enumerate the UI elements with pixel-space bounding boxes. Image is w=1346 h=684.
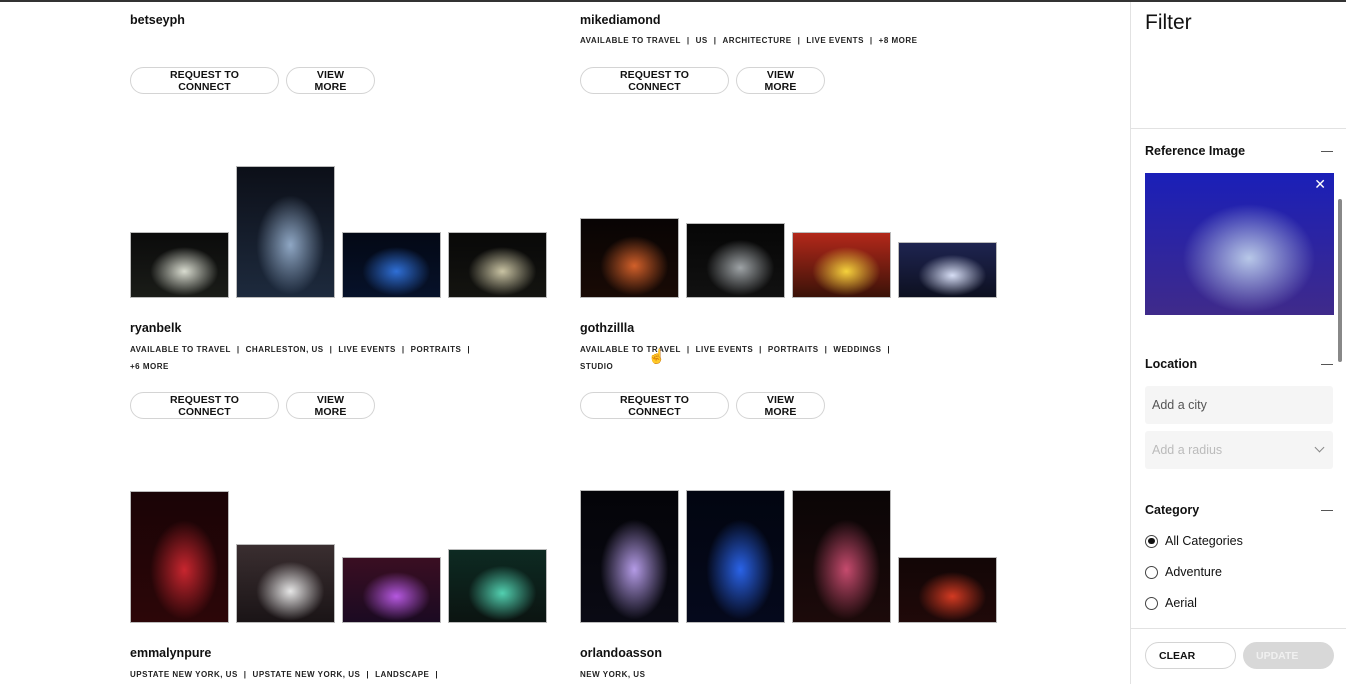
divider [1131, 128, 1346, 129]
city-input[interactable]: Add a city [1145, 386, 1333, 424]
tag: PORTRAITS [767, 345, 819, 354]
tag: ARCHITECTURE [722, 36, 792, 45]
tag: AVAILABLE TO TRAVEL [580, 36, 681, 45]
photographer-tags: AVAILABLE TO TRAVEL | CHARLESTON, US | LIVE … [130, 345, 471, 371]
tag: LIVE EVENTS [338, 345, 396, 354]
portfolio-photo[interactable] [686, 490, 785, 623]
radio-button[interactable] [1145, 596, 1158, 610]
photographer-username[interactable]: orlandoasson [580, 646, 662, 660]
tag: LANDSCAPE [375, 670, 430, 679]
tag: STUDIO [580, 362, 614, 371]
portfolio-photo[interactable] [448, 549, 547, 623]
request-to-connect-button[interactable]: REQUEST TO CONNECT [580, 392, 729, 419]
portfolio-photo[interactable] [580, 490, 679, 623]
photographer-username[interactable]: emmalynpure [130, 646, 211, 660]
view-more-button[interactable]: VIEW MORE [286, 67, 375, 94]
photographer-tags: UPSTATE NEW YORK, US | UPSTATE NEW YORK, U… [130, 670, 439, 679]
photographer-username[interactable]: betseyph [130, 13, 185, 27]
portfolio-photo[interactable] [686, 223, 785, 298]
tag: LIVE EVENTS [695, 345, 754, 354]
tag: PORTRAITS [410, 345, 462, 354]
category-title: Category [1145, 503, 1200, 517]
request-to-connect-button[interactable]: REQUEST TO CONNECT [580, 67, 729, 94]
photographer-username[interactable]: gothzillla [580, 321, 634, 335]
portfolio-photo[interactable] [130, 232, 229, 298]
tag: LIVE EVENTS [806, 36, 864, 45]
photographer-tags: AVAILABLE TO TRAVEL | US | ARCHITECTURE | LIVE… [580, 36, 918, 45]
tag: NEW YORK, US [580, 670, 646, 679]
more-tags-link[interactable]: +6 MORE [130, 362, 169, 371]
update-button[interactable]: UPDATE [1243, 642, 1334, 669]
portfolio-photo[interactable] [898, 242, 997, 298]
photographer-tags: NEW YORK, US [580, 666, 1000, 683]
category-option-adventure[interactable]: Adventure [1145, 565, 1222, 579]
portfolio-photo[interactable] [792, 232, 891, 298]
minus-icon[interactable] [1321, 510, 1333, 511]
chevron-down-icon [1314, 442, 1325, 453]
view-more-button[interactable]: VIEW MORE [736, 392, 825, 419]
category-label: All Categories [1165, 534, 1243, 548]
photo-strip [580, 490, 1000, 623]
filter-sidebar: Filter Reference Image ✕ Location Add a … [1130, 2, 1346, 684]
photographer-username[interactable]: mikediamond [580, 13, 661, 27]
portfolio-photo[interactable] [342, 232, 441, 298]
view-more-button[interactable]: VIEW MORE [286, 392, 375, 419]
portfolio-photo[interactable] [130, 491, 229, 623]
category-label: Aerial [1165, 596, 1197, 610]
category-label: Adventure [1165, 565, 1222, 579]
category-option-all[interactable]: All Categories [1145, 534, 1243, 548]
portfolio-photo[interactable] [236, 544, 335, 623]
portfolio-photo[interactable] [236, 166, 335, 298]
request-to-connect-button[interactable]: REQUEST TO CONNECT [130, 67, 279, 94]
hand-pointer-icon: ☝ [648, 348, 666, 364]
reference-image-title: Reference Image [1145, 144, 1246, 158]
photographer-username[interactable]: ryanbelk [130, 321, 181, 335]
portfolio-photo[interactable] [580, 218, 679, 298]
tag: UPSTATE NEW YORK, US [130, 670, 238, 679]
tag: AVAILABLE TO TRAVEL [580, 345, 681, 354]
photo-strip [130, 491, 550, 623]
category-option-aerial[interactable]: Aerial [1145, 596, 1197, 610]
photo-strip [580, 166, 1000, 298]
minus-icon[interactable] [1321, 364, 1333, 365]
portfolio-photo[interactable] [792, 490, 891, 623]
radio-button[interactable] [1145, 534, 1158, 548]
more-tags-link[interactable]: +8 MORE [879, 36, 918, 45]
reference-image: ✕ [1145, 173, 1334, 315]
portfolio-photo[interactable] [448, 232, 547, 298]
portfolio-photo[interactable] [342, 557, 441, 623]
sidebar-scrollbar[interactable] [1338, 199, 1342, 362]
clear-button[interactable]: CLEAR [1145, 642, 1236, 669]
radio-button[interactable] [1145, 565, 1158, 579]
photo-strip [130, 166, 550, 298]
portfolio-photo[interactable] [898, 557, 997, 623]
tag: UPSTATE NEW YORK, US [252, 670, 361, 679]
view-more-button[interactable]: VIEW MORE [736, 67, 825, 94]
filter-title: Filter [1145, 11, 1192, 34]
radius-placeholder: Add a radius [1152, 443, 1223, 457]
request-to-connect-button[interactable]: REQUEST TO CONNECT [130, 392, 279, 419]
tag: CHARLESTON, US [245, 345, 324, 354]
tag: US [695, 36, 708, 45]
tag: WEDDINGS [833, 345, 882, 354]
radius-select[interactable]: Add a radius [1145, 431, 1333, 469]
minus-icon[interactable] [1321, 151, 1333, 152]
location-title: Location [1145, 357, 1198, 371]
tag: AVAILABLE TO TRAVEL [130, 345, 231, 354]
photographer-tags: AVAILABLE TO TRAVEL | LIVE EVENTS | PORTRAIT… [580, 345, 891, 371]
photographer-results: betseyph REQUEST TO CONNECT VIEW MORE mi… [0, 2, 1130, 684]
close-icon[interactable]: ✕ [1314, 177, 1326, 191]
